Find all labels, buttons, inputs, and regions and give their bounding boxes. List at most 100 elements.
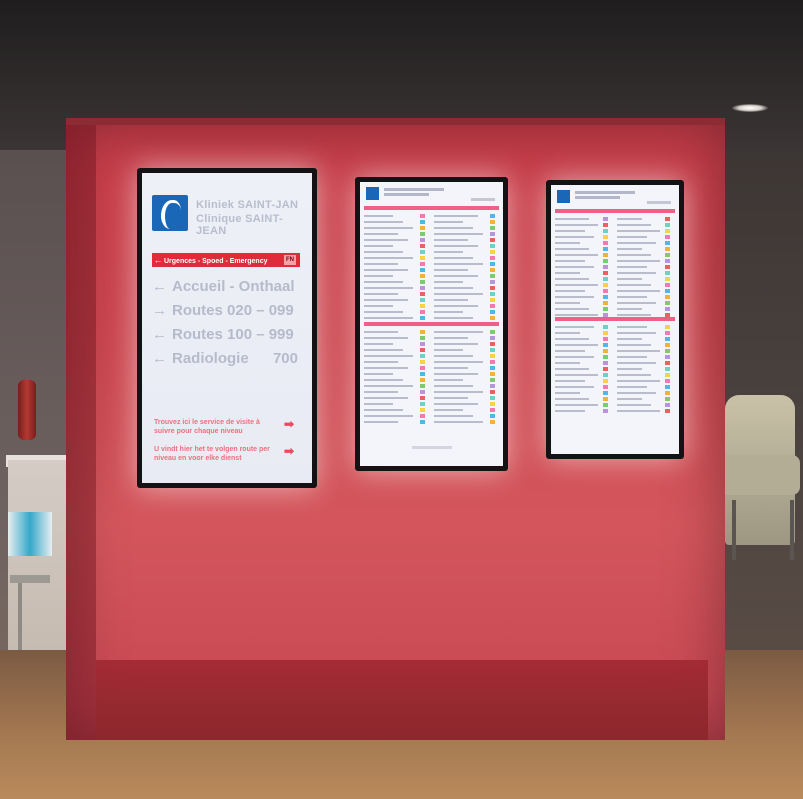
directory-entry-text — [555, 230, 585, 232]
route-color-chip — [490, 286, 495, 290]
arrow-icon: ← — [152, 326, 167, 343]
route-color-chip — [603, 241, 608, 245]
directory-entry-text — [555, 350, 585, 352]
directory-entry — [617, 271, 673, 275]
directory-entry — [617, 331, 673, 335]
route-color-chip — [420, 408, 425, 412]
route-color-chip — [665, 367, 670, 371]
route-color-chip — [490, 214, 495, 218]
directory-entry-text — [617, 266, 647, 268]
directory-entry-text — [434, 403, 479, 405]
route-color-chip — [603, 247, 608, 251]
directory-entry — [434, 238, 498, 242]
directory-entry-text — [364, 275, 393, 277]
chair-leg — [732, 500, 736, 560]
route-color-chip — [603, 403, 608, 407]
emergency-number: FN — [284, 255, 296, 265]
route-color-chip — [603, 337, 608, 341]
route-color-chip — [665, 241, 670, 245]
directory-entry — [555, 313, 611, 317]
directory-entry — [555, 307, 611, 311]
directory-entry — [364, 402, 428, 406]
directory-entry — [555, 343, 611, 347]
hospital-logo — [366, 187, 379, 200]
directory-entry-text — [434, 397, 468, 399]
route-color-chip — [490, 238, 495, 242]
route-notice-nl: U vindt hier het te volgen route per niv… — [154, 446, 270, 462]
directory-entry-text — [617, 356, 647, 358]
brand-line-1: Kliniek SAINT-JAN — [196, 199, 299, 211]
directory-entry-text — [555, 410, 585, 412]
directory-entry-text — [555, 242, 581, 244]
directory-entry — [434, 408, 498, 412]
directory-entry — [617, 373, 673, 377]
arrow-icon: → — [152, 302, 167, 319]
route-color-chip — [420, 420, 425, 424]
route-color-chip — [420, 348, 425, 352]
directory-entry — [364, 348, 428, 352]
route-color-chip — [665, 373, 670, 377]
route-color-chip — [490, 420, 495, 424]
directory-entry-text — [617, 350, 661, 352]
directory-entry — [555, 283, 611, 287]
directory-entry-text — [364, 299, 409, 301]
route-color-chip — [420, 220, 425, 224]
chair-leg — [790, 500, 794, 560]
directory-entry — [434, 250, 498, 254]
destination-row: ← Routes 100 – 999 — [152, 326, 302, 348]
route-color-chip — [420, 396, 425, 400]
directory-entry-text — [434, 293, 484, 295]
route-color-chip — [420, 402, 425, 406]
directory-entry — [434, 226, 498, 230]
route-color-chip — [490, 330, 495, 334]
directory-entry — [434, 360, 498, 364]
directory-entry-text — [617, 236, 647, 238]
directory-entry — [434, 274, 498, 278]
directory-column — [364, 330, 428, 426]
route-color-chip — [490, 280, 495, 284]
route-color-chip — [665, 235, 670, 239]
directory-entry-text — [364, 331, 398, 333]
directory-entry-text — [364, 337, 409, 339]
directory-entry-text — [364, 281, 404, 283]
directory-entry-text — [555, 248, 590, 250]
directory-entry-text — [555, 290, 585, 292]
directory-entry-text — [364, 415, 414, 417]
directory-entry-text — [434, 367, 468, 369]
directory-entry — [555, 337, 611, 341]
directory-column — [555, 217, 611, 319]
route-color-chip — [665, 313, 670, 317]
directory-entry-text — [617, 344, 652, 346]
route-color-chip — [420, 384, 425, 388]
directory-entry — [617, 235, 673, 239]
directory-entry — [434, 256, 498, 260]
directory-entry-text — [364, 239, 409, 241]
directory-entry — [434, 384, 498, 388]
directory-entry — [364, 280, 428, 284]
directory-entry — [364, 310, 428, 314]
route-color-chip — [420, 354, 425, 358]
directory-entry — [555, 373, 611, 377]
directory-entry-text — [364, 403, 393, 405]
directory-entry — [555, 235, 611, 239]
directory-entry-text — [364, 227, 414, 229]
directory-entry-text — [434, 421, 484, 423]
directory-entry — [617, 229, 673, 233]
directory-entry — [617, 253, 673, 257]
route-color-chip — [420, 286, 425, 290]
directory-entry — [555, 409, 611, 413]
route-color-chip — [420, 366, 425, 370]
route-color-chip — [490, 292, 495, 296]
directory-entry — [434, 286, 498, 290]
directory-entry — [555, 289, 611, 293]
directory-entry — [434, 262, 498, 266]
directory-entry-text — [617, 248, 643, 250]
directory-entry — [364, 336, 428, 340]
directory-entry-text — [434, 287, 474, 289]
directory-entry-text — [555, 326, 594, 328]
directory-entry-text — [617, 332, 656, 334]
directory-entry — [617, 241, 673, 245]
directory-entry — [617, 295, 673, 299]
directory-entry — [617, 391, 673, 395]
route-color-chip — [420, 336, 425, 340]
